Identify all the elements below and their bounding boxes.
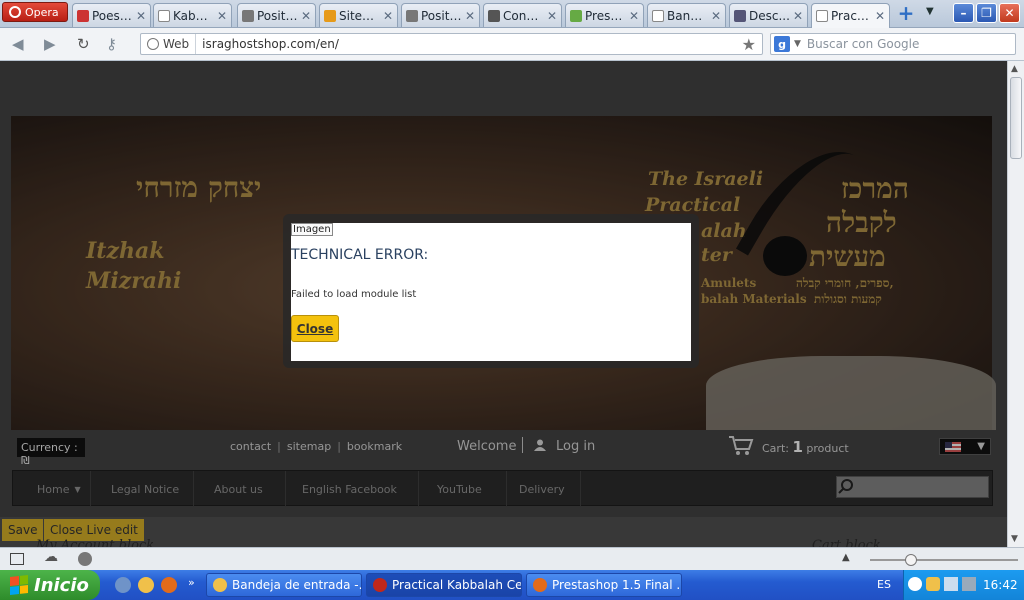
zoom-slider-knob[interactable] <box>905 554 917 566</box>
page-favicon-icon <box>734 9 746 22</box>
quicklaunch-mail-icon[interactable] <box>138 577 154 593</box>
close-tab-icon[interactable]: ✕ <box>301 9 311 23</box>
page-favicon-icon <box>77 9 89 22</box>
tab-bar: Opera Poesí... ✕ Kabal... ✕ Positi... ✕ Sit… <box>0 0 1024 28</box>
tray-mail-icon[interactable] <box>926 577 940 591</box>
tab-1[interactable]: Poesí... ✕ <box>72 3 151 27</box>
tab-10-active[interactable]: Practi... ✕ <box>811 3 890 28</box>
web-page: יצחק מזרחי Itzhak Mizrahi The Israeli Pr… <box>0 61 1007 547</box>
page-favicon-icon <box>406 9 418 22</box>
tab-5[interactable]: Positi... ✕ <box>401 3 480 27</box>
cloud-icon[interactable]: ☁ <box>44 549 58 565</box>
close-tab-icon[interactable]: ✕ <box>217 9 227 23</box>
opera-app-icon <box>373 578 387 592</box>
bookmark-star-icon[interactable]: ★ <box>742 35 756 54</box>
opera-menu-button[interactable]: Opera <box>2 2 68 22</box>
tray-expand-icon[interactable] <box>908 577 922 591</box>
close-tab-icon[interactable]: ✕ <box>875 9 885 23</box>
tab-9[interactable]: Desc... ✕ <box>729 3 808 27</box>
search-input[interactable]: g ▼ Buscar con Google <box>770 33 1016 55</box>
new-tab-plus-icon[interactable]: + <box>895 3 917 24</box>
url-text[interactable]: israghostshop.com/en/ <box>196 37 339 51</box>
page-favicon-icon <box>324 9 336 22</box>
close-window-icon[interactable]: ✕ <box>999 3 1020 23</box>
zoom-slider[interactable] <box>870 559 1018 561</box>
clock[interactable]: 16:42 <box>983 578 1018 592</box>
site-info-chip[interactable]: Web <box>141 34 197 54</box>
tray-network-icon[interactable] <box>944 577 958 591</box>
vertical-scrollbar[interactable]: ▲ ▼ <box>1007 61 1024 547</box>
tab-8[interactable]: Band... ✕ <box>647 3 726 27</box>
close-tab-icon[interactable]: ✕ <box>711 9 721 23</box>
close-tab-icon[interactable]: ✕ <box>793 9 803 23</box>
page-favicon-icon <box>158 9 170 22</box>
opera-logo-icon <box>9 6 21 18</box>
opera-label: Opera <box>25 5 59 19</box>
close-tab-icon[interactable]: ✕ <box>465 9 475 23</box>
quicklaunch-expand-icon[interactable]: » <box>188 576 195 589</box>
input-language-indicator[interactable]: ES <box>877 578 891 591</box>
search-engine-chevron-down-icon[interactable]: ▼ <box>794 39 801 49</box>
start-button[interactable]: Inicio <box>0 570 100 600</box>
search-placeholder: Buscar con Google <box>806 37 920 51</box>
page-favicon-icon <box>652 9 664 22</box>
system-tray: 16:42 <box>903 570 1024 600</box>
scrollbar-thumb[interactable] <box>1010 77 1022 159</box>
browser-status-bar: ☁ ▲ <box>0 547 1024 570</box>
google-icon[interactable]: g <box>774 36 790 52</box>
close-tab-icon[interactable]: ✕ <box>629 9 639 23</box>
mail-app-icon <box>213 578 227 592</box>
page-favicon-icon <box>488 9 500 22</box>
zoom-up-arrow-icon[interactable]: ▲ <box>842 552 850 563</box>
broken-image-alt: Imagen <box>291 223 333 236</box>
tab-list-chevron-down-icon[interactable]: ▼ <box>926 6 934 17</box>
close-tab-icon[interactable]: ✕ <box>547 9 557 23</box>
forward-arrow-icon[interactable]: ▶ <box>44 35 56 53</box>
tab-6[interactable]: Cons... ✕ <box>483 3 562 27</box>
close-button[interactable]: Close <box>291 315 339 342</box>
scroll-up-arrow-icon[interactable]: ▲ <box>1011 64 1018 74</box>
minimize-window-icon[interactable]: – <box>953 3 974 23</box>
globe-icon <box>147 38 159 50</box>
scroll-down-arrow-icon[interactable]: ▼ <box>1011 534 1018 544</box>
address-toolbar: ◀ ▶ ↻ ⚷ Web israghostshop.com/en/ ★ g ▼ … <box>0 28 1024 61</box>
reload-icon[interactable]: ↻ <box>77 35 90 53</box>
error-message: Failed to load module list <box>291 289 417 300</box>
firefox-app-icon <box>533 578 547 592</box>
error-dialog: Imagen TECHNICAL ERROR: Failed to load m… <box>291 223 691 361</box>
panel-toggle-icon[interactable] <box>10 553 24 565</box>
error-title: TECHNICAL ERROR: <box>291 247 429 263</box>
taskbar-item-firefox[interactable]: Prestashop 1.5 Final ... <box>526 573 682 597</box>
page-favicon-icon <box>570 9 582 22</box>
back-arrow-icon[interactable]: ◀ <box>12 35 24 53</box>
notification-icon[interactable] <box>78 552 92 566</box>
quicklaunch-firefox-icon[interactable] <box>161 577 177 593</box>
key-icon[interactable]: ⚷ <box>106 35 117 53</box>
quicklaunch-browser-icon[interactable] <box>115 577 131 593</box>
windows-taskbar: Inicio » Bandeja de entrada -... Practic… <box>0 570 1024 600</box>
tray-monitor-icon[interactable] <box>962 577 976 591</box>
tab-4[interactable]: SiteG... ✕ <box>319 3 398 27</box>
restore-window-icon[interactable]: ❐ <box>976 3 997 23</box>
taskbar-item-opera[interactable]: Practical Kabbalah Ce... <box>366 573 522 597</box>
taskbar-item-mail[interactable]: Bandeja de entrada -... <box>206 573 362 597</box>
address-field[interactable]: Web israghostshop.com/en/ ★ <box>140 33 763 55</box>
close-tab-icon[interactable]: ✕ <box>136 9 146 23</box>
page-favicon-icon <box>816 10 828 22</box>
page-favicon-icon <box>242 9 254 22</box>
tab-7[interactable]: Prest... ✕ <box>565 3 644 27</box>
tab-2[interactable]: Kabal... ✕ <box>153 3 232 27</box>
windows-logo-icon <box>10 575 28 595</box>
tab-3[interactable]: Positi... ✕ <box>237 3 316 27</box>
close-tab-icon[interactable]: ✕ <box>383 9 393 23</box>
